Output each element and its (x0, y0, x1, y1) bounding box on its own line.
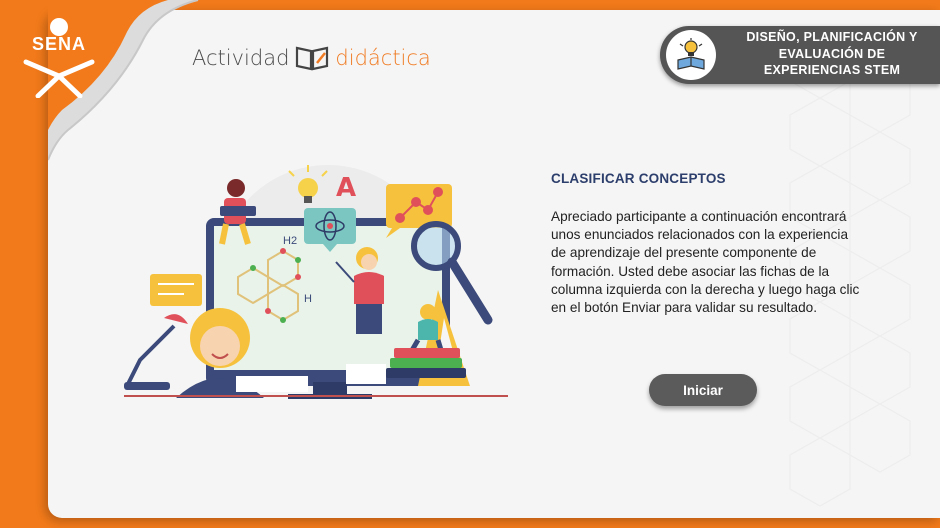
course-title: DISEÑO, PLANIFICACIÓN Y EVALUACIÓN DE EX… (746, 30, 918, 77)
stem-illustration: H2 H A (124, 165, 508, 399)
instructions-text: Apreciado participante a continuación en… (551, 209, 860, 316)
sena-person-icon (23, 18, 95, 98)
course-badge: DISEÑO, PLANIFICACIÓN Y EVALUACIÓN DE EX… (660, 26, 940, 84)
activity-heading: CLASIFICAR CONCEPTOS (551, 171, 726, 186)
letter-a: A (336, 173, 356, 203)
activity-word: Actividad (192, 46, 290, 70)
logo-text: SENA (31, 34, 86, 54)
activity-title: Actividad didáctica (192, 44, 431, 72)
h-label: H (304, 293, 312, 305)
didactic-word: didáctica (335, 46, 431, 70)
lightbulb-book-icon (677, 38, 705, 70)
start-button[interactable]: Iniciar (649, 374, 757, 406)
open-book-icon (296, 46, 329, 71)
h2-label: H2 (283, 235, 297, 247)
stem-icon-circle (666, 30, 716, 80)
